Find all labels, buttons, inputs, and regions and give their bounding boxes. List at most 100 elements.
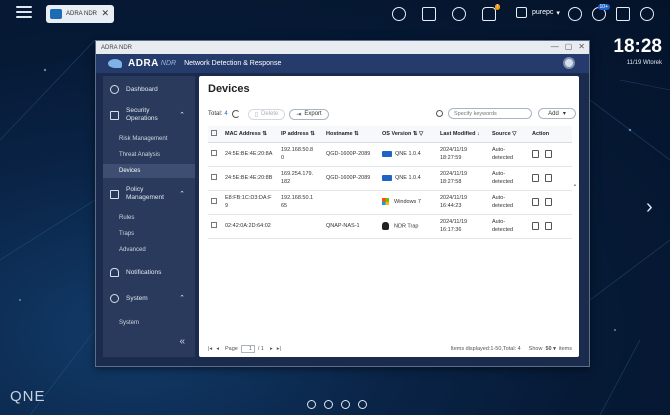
maximize-icon[interactable]: ▢ <box>565 42 573 51</box>
bell-icon[interactable]: ! <box>482 4 500 21</box>
next-page-icon[interactable]: ▸ <box>270 346 273 352</box>
devices-table: MAC Address ⇅ IP address ⇅ Hostname ⇅ OS… <box>208 126 572 239</box>
sync-icon[interactable] <box>452 7 466 21</box>
cell-hostname: QGD-1600P-2089 <box>323 166 379 191</box>
sidebar-item-rules[interactable]: Rules <box>103 211 195 225</box>
add-button[interactable]: Add ▾ <box>538 108 576 119</box>
download-count-badge: 10+ <box>597 4 610 10</box>
sidebar-item-label: Dashboard <box>126 85 158 93</box>
profile-icon[interactable] <box>563 57 575 69</box>
close-window-icon[interactable]: ✕ <box>578 42 585 51</box>
items-displayed: Items displayed:1-50,Total: 4 <box>450 346 521 352</box>
table-row[interactable]: E8:FB:1C:D3:DA:F 9 192.168.50.1 65 Windows… <box>208 190 572 215</box>
mac-line: 9 <box>225 203 229 209</box>
trash-icon[interactable] <box>545 173 552 182</box>
trash-icon[interactable] <box>545 197 552 206</box>
row-checkbox[interactable] <box>211 197 217 204</box>
search-icon[interactable] <box>392 7 406 21</box>
sidebar-item-threat-analysis[interactable]: Threat Analysis <box>103 148 195 162</box>
cell-last-modified: 2024/11/19 18:27:58 <box>437 166 489 191</box>
user-menu[interactable]: purepc ▾ <box>516 7 560 18</box>
page-title: Devices <box>208 83 250 95</box>
first-page-icon[interactable]: |◂ <box>208 346 212 352</box>
cell-last-modified: 2024/11/19 18:27:59 <box>437 142 489 167</box>
adra-app-icon <box>50 9 62 19</box>
main-menu-button[interactable] <box>16 6 32 20</box>
col-source[interactable]: Source ▽ <box>489 126 529 143</box>
source-line: Auto- <box>492 219 506 225</box>
col-last-modified[interactable]: Last Modified ↓ <box>437 126 489 143</box>
gear-icon <box>110 293 119 303</box>
clock-time: 18:28 <box>613 36 662 57</box>
header-label: Hostname <box>326 130 353 137</box>
minimize-icon[interactable]: — <box>551 42 559 51</box>
col-ip-address[interactable]: IP address ⇅ <box>278 126 323 143</box>
os-label: NDR Trap <box>394 223 419 230</box>
sidebar-item-advanced[interactable]: Advanced <box>103 243 195 257</box>
table-row[interactable]: 24:5E:BE:4E:20:8A 192.168.50.8 0 QGD-1600… <box>208 142 572 167</box>
ip-line: 0 <box>281 155 285 161</box>
stack-icon[interactable] <box>422 7 436 21</box>
download-icon[interactable]: 10+ <box>592 4 610 21</box>
table-row[interactable]: 02:42:0A:2D:64:02 QNAP-NAS-1 NDR Trap 20… <box>208 214 572 239</box>
select-all-checkbox[interactable] <box>211 129 217 136</box>
trash-icon: ▯ <box>254 111 258 118</box>
sidebar-item-label: Devices <box>119 168 141 174</box>
scroll-up-icon[interactable]: ▲ <box>573 182 577 187</box>
page-size-select[interactable]: 50 ▾ <box>545 346 555 352</box>
user-name: purepc <box>532 9 554 16</box>
cell-mac: 02:42:0A:2D:64:02 <box>222 214 278 239</box>
sidebar-item-traps[interactable]: Traps <box>103 227 195 241</box>
chevron-right-icon[interactable]: › <box>646 196 653 219</box>
edit-icon[interactable] <box>532 173 539 182</box>
app-tab-adra-ndr[interactable]: ADRA NDR ✕ <box>46 5 114 23</box>
trash-icon[interactable] <box>545 221 552 230</box>
page-input[interactable]: 1 <box>240 345 255 353</box>
row-checkbox[interactable] <box>211 149 217 156</box>
search-input[interactable] <box>448 108 532 119</box>
date-line: 2024/11/19 <box>440 219 468 225</box>
prev-page-icon[interactable]: ◂ <box>216 346 219 352</box>
row-checkbox[interactable] <box>211 221 217 228</box>
edit-icon[interactable] <box>532 197 539 206</box>
edit-icon[interactable] <box>532 221 539 230</box>
sidebar-item-risk-management[interactable]: Risk Management <box>103 132 195 146</box>
app-tab-label: ADRA NDR <box>66 11 98 17</box>
collapse-sidebar-icon[interactable]: « <box>179 336 185 347</box>
edit-icon[interactable] <box>532 149 539 158</box>
info-icon[interactable] <box>568 7 582 21</box>
page-size-value: 50 <box>545 346 552 352</box>
more-icon[interactable] <box>640 7 654 21</box>
sidebar-item-policy-management[interactable]: Policy Management ⌃ <box>103 184 195 204</box>
sidebar-item-security-operations[interactable]: Security Operations ⌃ <box>103 105 195 125</box>
table-row[interactable]: 24:5E:BE:4E:20:8B 169.254.179. 182 QGD-16… <box>208 166 572 191</box>
bell-nav-icon <box>110 267 119 277</box>
col-os-version[interactable]: OS Version ⇅ ▽ <box>379 126 437 143</box>
export-button[interactable]: ⇥ Export <box>289 108 329 120</box>
refresh-icon[interactable] <box>231 110 240 118</box>
close-icon[interactable]: ✕ <box>101 8 109 19</box>
sidebar-item-system-settings[interactable]: System <box>103 316 195 330</box>
last-page-icon[interactable]: ▸| <box>277 346 281 352</box>
sidebar-item-dashboard[interactable]: Dashboard <box>103 82 195 96</box>
sidebar-item-system[interactable]: System ⌃ <box>103 290 195 306</box>
filter-icon[interactable]: ▽ <box>512 131 516 137</box>
sidebar-item-devices[interactable]: Devices <box>103 164 195 178</box>
dock-item-1[interactable] <box>307 400 316 409</box>
sidebar-item-notifications[interactable]: Notifications <box>103 264 195 280</box>
header-label: OS Version <box>382 130 412 137</box>
col-mac-address[interactable]: MAC Address ⇅ <box>222 126 278 143</box>
dock-item-3[interactable] <box>341 400 350 409</box>
window-titlebar[interactable]: ADRA NDR — ▢ ✕ <box>96 41 589 54</box>
col-hostname[interactable]: Hostname ⇅ <box>323 126 379 143</box>
dock-item-4[interactable] <box>358 400 367 409</box>
sidebar-item-label: System <box>119 320 140 326</box>
source-line: detected <box>492 179 514 185</box>
trash-icon[interactable] <box>545 149 552 158</box>
delete-button[interactable]: ▯ Delete <box>247 108 286 120</box>
filter-icon[interactable]: ▽ <box>419 131 423 137</box>
row-checkbox[interactable] <box>211 173 217 180</box>
dock-item-2[interactable] <box>324 400 333 409</box>
dashboard-icon[interactable] <box>616 7 630 21</box>
table-scrollbar[interactable]: ▲ <box>573 182 577 347</box>
